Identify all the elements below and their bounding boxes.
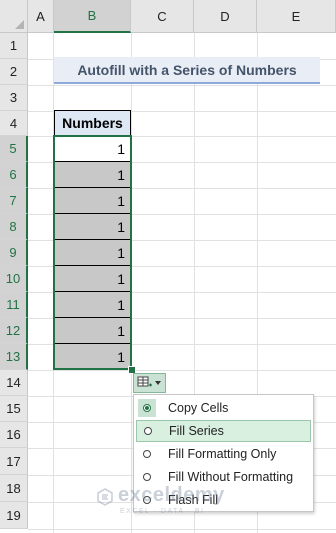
- column-label: D: [220, 8, 230, 24]
- row-header-2[interactable]: 2: [0, 59, 28, 85]
- menu-item-label: Flash Fill: [168, 493, 219, 507]
- menu-item-fill-without-formatting[interactable]: Fill Without Formatting: [136, 466, 311, 488]
- row-label: 3: [9, 90, 18, 105]
- row-label: 11: [6, 297, 20, 312]
- column-label: B: [87, 8, 97, 23]
- row-label: 10: [5, 271, 21, 286]
- column-label: C: [157, 8, 167, 24]
- menu-item-label: Fill Series: [169, 424, 224, 438]
- row-header-13[interactable]: 13: [0, 344, 28, 370]
- row-label: 4: [9, 115, 18, 131]
- table-cell[interactable]: 1: [54, 136, 131, 162]
- row-label: 18: [6, 480, 21, 496]
- radio-icon: [143, 450, 151, 458]
- row-label: 16: [6, 427, 21, 442]
- menu-item-copy-cells[interactable]: Copy Cells: [136, 397, 311, 419]
- radio-selected-icon: [143, 404, 151, 412]
- row-header-8[interactable]: 8: [0, 214, 28, 240]
- row-header-19[interactable]: 19: [0, 502, 28, 529]
- table-cell[interactable]: 1: [54, 162, 131, 188]
- row-label: 1: [9, 38, 18, 53]
- row-label: 5: [9, 141, 17, 156]
- row-label: 9: [9, 245, 17, 260]
- row-label: 12: [5, 323, 21, 338]
- grid-line: [28, 529, 336, 530]
- menu-item-label: Fill Without Formatting: [168, 470, 294, 484]
- auto-fill-options-menu: Copy Cells Fill Series Fill Formatting O…: [133, 394, 314, 512]
- row-label: 7: [9, 193, 17, 208]
- radio-icon: [144, 427, 152, 435]
- row-header-4[interactable]: 4: [0, 111, 28, 136]
- table-cell[interactable]: 1: [54, 266, 131, 292]
- row-label: 8: [9, 219, 17, 234]
- row-header-14[interactable]: 14: [0, 370, 28, 396]
- table-cell[interactable]: 1: [54, 344, 131, 370]
- radio-icon: [143, 496, 151, 504]
- row-label: 15: [6, 401, 21, 416]
- menu-item-flash-fill[interactable]: Flash Fill: [136, 489, 311, 511]
- auto-fill-options-icon: [137, 376, 153, 390]
- exceldemy-logo-icon: [97, 488, 113, 506]
- row-label: 19: [6, 507, 21, 523]
- table-cell[interactable]: 1: [54, 188, 131, 214]
- menu-item-label: Fill Formatting Only: [168, 447, 277, 461]
- grid-line: [28, 85, 336, 86]
- row-header-17[interactable]: 17: [0, 448, 28, 475]
- select-all-corner[interactable]: [0, 0, 28, 33]
- grid-line: [28, 370, 336, 371]
- row-header-3[interactable]: 3: [0, 85, 28, 111]
- row-header-15[interactable]: 15: [0, 396, 28, 422]
- menu-item-fill-formatting-only[interactable]: Fill Formatting Only: [136, 443, 311, 465]
- column-header-d[interactable]: D: [194, 0, 257, 33]
- column-header-e[interactable]: E: [257, 0, 336, 33]
- table-cell[interactable]: 1: [54, 214, 131, 240]
- row-header-7[interactable]: 7: [0, 188, 28, 214]
- table-header-numbers[interactable]: Numbers: [54, 110, 131, 136]
- table-cell[interactable]: 1: [54, 318, 131, 344]
- spreadsheet: A B C D E 1 2 3 4 5 6 7 8 9 10 11 12 13 …: [0, 0, 336, 533]
- row-header-10[interactable]: 10: [0, 266, 28, 292]
- chevron-down-icon: [155, 381, 161, 385]
- column-header-c[interactable]: C: [131, 0, 194, 33]
- row-header-1[interactable]: 1: [0, 33, 28, 59]
- menu-item-fill-series[interactable]: Fill Series: [136, 420, 311, 442]
- row-header-12[interactable]: 12: [0, 318, 28, 344]
- row-header-6[interactable]: 6: [0, 162, 28, 188]
- auto-fill-options-button[interactable]: [133, 373, 166, 393]
- table-cell[interactable]: 1: [54, 292, 131, 318]
- row-header-18[interactable]: 18: [0, 475, 28, 502]
- row-label: 6: [9, 167, 17, 182]
- row-label: 13: [5, 349, 21, 364]
- column-label: E: [291, 8, 301, 24]
- table-cell[interactable]: 1: [54, 240, 131, 266]
- grid-line: [131, 33, 132, 533]
- row-label: 17: [6, 453, 21, 469]
- row-label: 2: [9, 64, 18, 79]
- radio-icon: [143, 473, 151, 481]
- menu-item-label: Copy Cells: [168, 401, 229, 415]
- column-header-b[interactable]: B: [54, 0, 131, 33]
- column-label: A: [36, 8, 45, 24]
- row-label: 14: [6, 375, 21, 390]
- row-header-11[interactable]: 11: [0, 292, 28, 318]
- row-header-16[interactable]: 16: [0, 422, 28, 448]
- row-header-5[interactable]: 5: [0, 136, 28, 162]
- column-header-a[interactable]: A: [28, 0, 54, 33]
- sheet-title[interactable]: Autofill with a Series of Numbers: [54, 57, 320, 84]
- row-header-9[interactable]: 9: [0, 240, 28, 266]
